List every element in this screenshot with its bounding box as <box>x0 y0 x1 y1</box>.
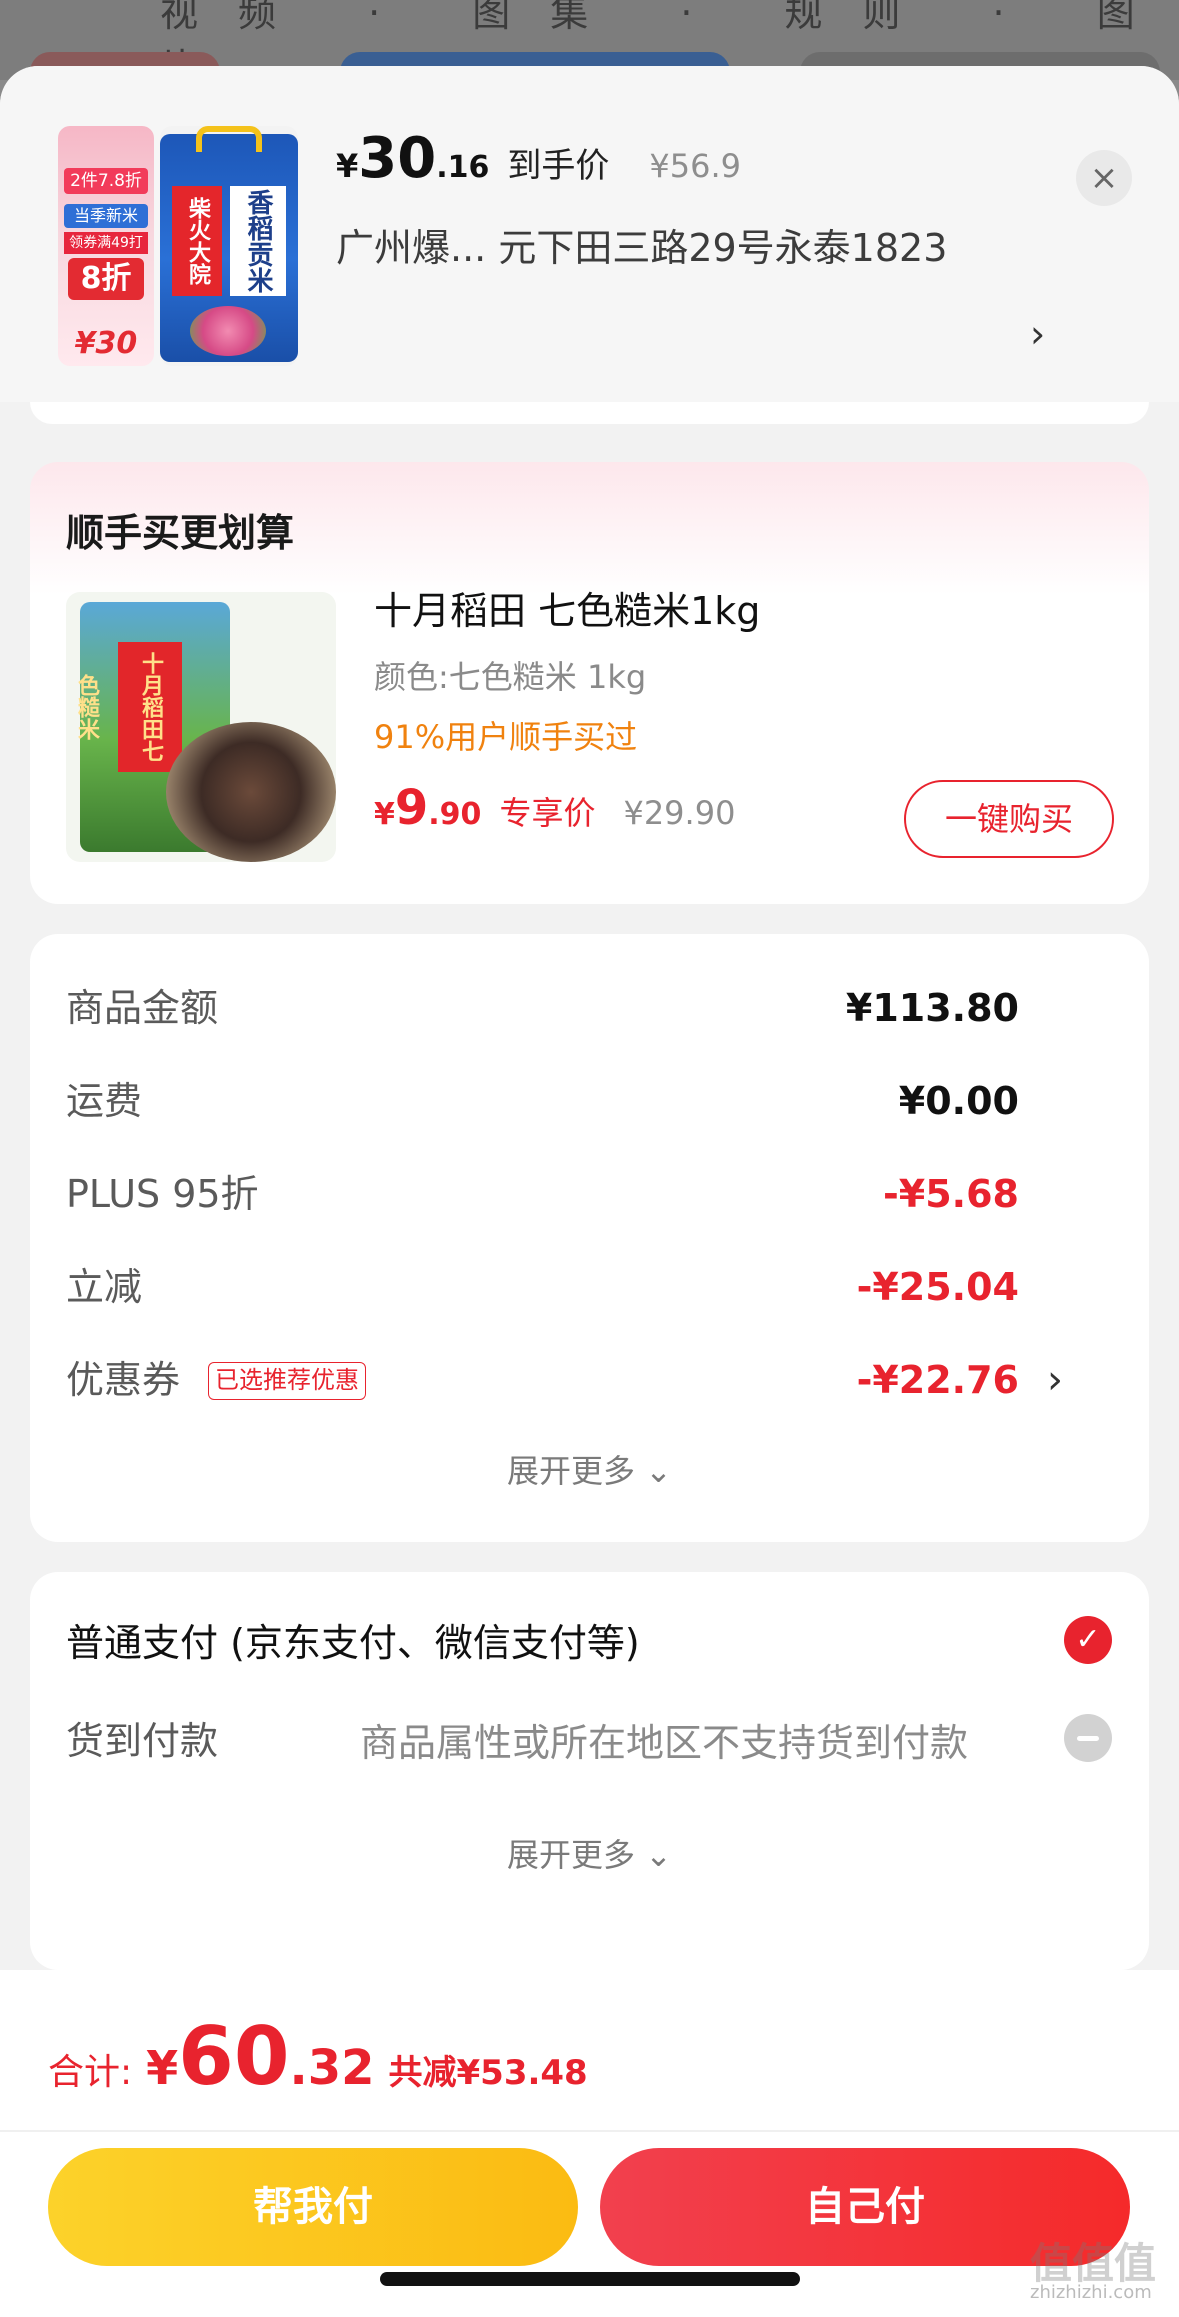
original-price: ¥56.9 <box>649 147 741 185</box>
rice-brand-label: 柴火大院 <box>172 186 222 296</box>
payment-option-cod: 货到付款 <box>66 1719 219 1763</box>
promo-badge: 8折 <box>68 258 144 300</box>
one-click-buy-button[interactable]: 一键购买 <box>904 780 1114 858</box>
disabled-icon <box>1064 1714 1112 1762</box>
card-edge <box>30 402 1149 424</box>
coupon-row[interactable]: 优惠券 已选推荐优惠 -¥22.76 › <box>66 1350 1113 1410</box>
price-decimal: .90 <box>428 797 482 832</box>
summary-label: 运费 <box>66 1079 143 1123</box>
summary-value: ¥0.00 <box>898 1079 1019 1123</box>
checkout-sheet: 2件7.8折 当季新米 领券满49打 8折 ¥30 柴火大院 香稻贡米 ¥ 30… <box>0 66 1179 2317</box>
upsell-card: 顺手买更划算 十月稻田七色糙米 十月稻田 七色糙米1kg 颜色:七色糙米 1kg… <box>30 462 1149 904</box>
summary-row: 立减 -¥25.04 <box>66 1257 1113 1317</box>
summary-label: PLUS 95折 <box>66 1172 259 1216</box>
summary-row: 运费 ¥0.00 <box>66 1071 1113 1131</box>
price-integer: 30 <box>358 126 437 191</box>
product-thumbnail-promo[interactable]: 2件7.8折 当季新米 领券满49打 8折 ¥30 <box>58 126 154 366</box>
chevron-right-icon[interactable]: › <box>1047 1350 1063 1410</box>
site-watermark-url: zhizhizhi.com <box>1030 2282 1152 2303</box>
price-integer: 9 <box>394 780 429 836</box>
price-decimal: .16 <box>436 150 490 185</box>
summary-label: 立减 <box>66 1265 143 1309</box>
price-summary-card: 商品金额 ¥113.80 运费 ¥0.00 PLUS 95折 -¥5.68 立减… <box>30 934 1149 1542</box>
chevron-right-icon[interactable]: › <box>1030 312 1045 356</box>
summary-value: -¥22.76 <box>856 1358 1019 1402</box>
expand-more-button[interactable]: 展开更多 ⌄ <box>30 1830 1149 1876</box>
price-tag: 专享价 <box>499 794 596 832</box>
checkout-footer: 合计: ¥ 60 .32 共减¥53.48 帮我付 自己付 <box>0 1970 1179 2317</box>
summary-label: 优惠券 <box>66 1358 181 1402</box>
upsell-product-name[interactable]: 十月稻田 七色糙米1kg <box>374 580 760 635</box>
upsell-product-image[interactable]: 十月稻田七色糙米 <box>66 592 336 862</box>
final-price: ¥ 30 .16 到手价 ¥56.9 <box>336 126 741 196</box>
promo-badge: 2件7.8折 <box>64 168 148 194</box>
help-me-pay-button[interactable]: 帮我付 <box>48 2148 578 2266</box>
currency-symbol: ¥ <box>146 2041 179 2095</box>
promo-price: ¥30 <box>74 326 138 361</box>
upsell-price: ¥ 9 .90 专享价 ¥29.90 <box>374 780 735 836</box>
price-tag: 到手价 <box>507 146 610 186</box>
check-icon[interactable]: ✓ <box>1064 1616 1112 1664</box>
total-label: 合计: <box>48 2052 133 2093</box>
divider <box>0 2130 1179 2132</box>
summary-row: PLUS 95折 -¥5.68 <box>66 1164 1113 1224</box>
rice-bag-handle <box>196 126 262 152</box>
cod-unavailable-note: 商品属性或所在地区不支持货到付款 <box>360 1721 969 1765</box>
promo-badge: 领券满49打 <box>64 232 148 254</box>
close-button[interactable]: × <box>1076 150 1132 206</box>
order-total: 合计: ¥ 60 .32 共减¥53.48 <box>48 2010 588 2103</box>
summary-value: -¥5.68 <box>883 1172 1019 1216</box>
summary-value: -¥25.04 <box>856 1265 1019 1309</box>
rice-pack-label: 十月稻田七色糙米 <box>74 642 182 772</box>
original-price: ¥29.90 <box>623 794 736 832</box>
product-thumbnail-rice-bag[interactable]: 柴火大院 香稻贡米 <box>160 126 298 366</box>
summary-row: 商品金额 ¥113.80 <box>66 978 1113 1038</box>
summary-label: 商品金额 <box>66 986 219 1030</box>
expand-more-button[interactable]: 展开更多 ⌄ <box>30 1446 1149 1492</box>
total-saved: 共减¥53.48 <box>388 2053 588 2093</box>
currency-symbol: ¥ <box>336 147 359 185</box>
payment-method-card: 普通支付 (京东支付、微信支付等) ✓ 货到付款 商品属性或所在地区不支持货到付… <box>30 1572 1149 1970</box>
upsell-product-spec: 颜色:七色糙米 1kg <box>374 658 647 696</box>
order-header: 2件7.8折 当季新米 领券满49打 8折 ¥30 柴火大院 香稻贡米 ¥ 30… <box>0 66 1179 402</box>
upsell-title: 顺手买更划算 <box>66 511 295 555</box>
home-indicator[interactable] <box>380 2272 800 2286</box>
shipping-address[interactable]: 广州爆... 元下田三路29号永泰1823 <box>336 214 956 282</box>
payment-option-normal[interactable]: 普通支付 (京东支付、微信支付等) <box>66 1612 640 1667</box>
rice-bowl-image <box>166 722 336 862</box>
upsell-buyers-stat: 91%用户顺手买过 <box>374 718 638 756</box>
total-integer: 60 <box>178 2010 290 2103</box>
lotus-flower-graphic <box>190 306 266 356</box>
total-decimal: .32 <box>289 2040 375 2096</box>
rice-product-label: 香稻贡米 <box>230 186 286 296</box>
currency-symbol: ¥ <box>374 797 395 832</box>
coupon-badge: 已选推荐优惠 <box>208 1362 366 1400</box>
summary-value: ¥113.80 <box>845 986 1019 1030</box>
promo-badge: 当季新米 <box>64 204 148 228</box>
